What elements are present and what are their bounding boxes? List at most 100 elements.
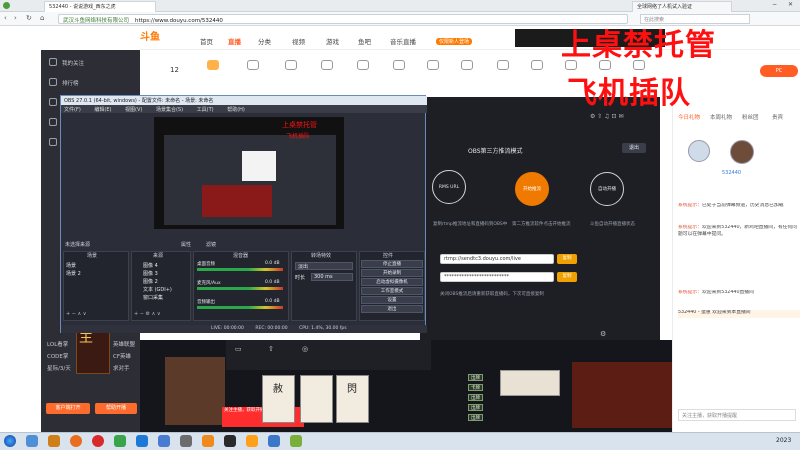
start-button-icon[interactable]	[4, 435, 16, 447]
tab-douyu[interactable]: 532440 - 说说游戏_西东之虎	[44, 1, 156, 12]
scene-controls[interactable]: + − ∧ ∨	[66, 311, 86, 317]
back-icon[interactable]: ‹	[4, 14, 7, 22]
menu-tools[interactable]: 工具(T)	[197, 107, 214, 113]
tab-vip[interactable]: 贵宾	[772, 113, 783, 121]
obs-settings-button[interactable]: 设置	[361, 296, 423, 304]
source-controls[interactable]: + − ⚙ ∧ ∨	[134, 311, 161, 317]
source-item[interactable]: 图像 2	[143, 278, 158, 285]
filters-button[interactable]: 滤镜	[206, 241, 216, 248]
anchor-name[interactable]: 532440	[722, 170, 741, 176]
shield-icon[interactable]	[158, 435, 170, 447]
sidebar-item-rival[interactable]: 求对手	[113, 364, 130, 372]
category-item[interactable]	[386, 60, 412, 71]
url-field[interactable]: 武汉斗鱼网络科技有限公司 https://www.douyu.com/532440	[58, 14, 628, 24]
scene-item[interactable]: 场景 2	[66, 270, 81, 277]
category-item[interactable]	[524, 60, 550, 71]
category-item[interactable]	[240, 60, 266, 71]
nav-home[interactable]: 首页	[200, 36, 213, 46]
game-card[interactable]: 赦	[262, 375, 295, 423]
exit-button[interactable]: 退出	[622, 143, 646, 153]
category-item[interactable]	[490, 60, 516, 71]
refresh-icon[interactable]: ↻	[26, 14, 32, 22]
source-item[interactable]: 窗口采集	[143, 294, 163, 301]
copy-key-button[interactable]: 复制	[557, 272, 577, 282]
sidebar-item-cf[interactable]: CF英雄	[113, 352, 131, 360]
game-chip[interactable]: 出牌	[468, 394, 483, 401]
category-item[interactable]	[314, 60, 340, 71]
game-chip[interactable]: 出牌	[468, 374, 483, 381]
open-client-button[interactable]: 客户端打开	[46, 403, 90, 414]
properties-button[interactable]: 属性	[181, 241, 191, 248]
stream-key-field[interactable]: **************************	[440, 272, 554, 282]
sidebar-item-lol[interactable]: LOL看掌	[47, 340, 68, 348]
virtual-camera-button[interactable]: 启动虚拟摄像机	[361, 278, 423, 286]
game-chip[interactable]: 出牌	[468, 404, 483, 411]
avatar[interactable]	[688, 140, 710, 162]
help-stream-button[interactable]: 帮助开播	[95, 403, 137, 414]
pc-client-button[interactable]: PC	[760, 65, 798, 77]
transition-select[interactable]: 淡出	[295, 262, 353, 270]
nav-music[interactable]: 音乐直播	[390, 36, 416, 46]
ie-icon[interactable]	[26, 435, 38, 447]
category-item[interactable]	[278, 60, 304, 71]
game-card[interactable]: 閃	[336, 375, 369, 423]
sidebar-item-code[interactable]: CODE掌	[47, 352, 68, 360]
sidebar-item-hero[interactable]: 英雄联盟	[113, 340, 135, 348]
nav-badge[interactable]: 仅限新人登场	[436, 38, 473, 45]
tab-verification[interactable]: 全球网络了人机试入验证	[632, 1, 732, 12]
nav-game[interactable]: 游戏	[326, 36, 339, 46]
rtmp-url-field[interactable]: rtmp://sendtc3.douyu.com/live	[440, 254, 554, 264]
douyu-icon[interactable]	[202, 435, 214, 447]
start-recording-button[interactable]: 开始录制	[361, 269, 423, 277]
folder-icon[interactable]	[48, 435, 60, 447]
obs-exit-button[interactable]: 退出	[361, 305, 423, 313]
game-card[interactable]	[300, 375, 333, 423]
close-icon[interactable]: ✕	[788, 1, 793, 8]
source-item[interactable]: 文本 (GDI+)	[143, 286, 172, 293]
tab-week-gifts[interactable]: 本周礼物	[710, 113, 732, 121]
nav-video[interactable]: 视频	[292, 36, 305, 46]
menu-help[interactable]: 帮助(H)	[227, 107, 245, 113]
upload-icon[interactable]: ⇧	[268, 345, 274, 353]
tab-today-gifts[interactable]: 今日礼物	[678, 113, 700, 121]
avatar[interactable]	[730, 140, 754, 164]
mixer-meter[interactable]	[197, 306, 283, 309]
menu-view[interactable]: 视图(V)	[125, 107, 142, 113]
scene-item[interactable]: 场景	[66, 262, 76, 269]
firefox-icon[interactable]	[70, 435, 82, 447]
category-item[interactable]	[350, 60, 376, 71]
forward-icon[interactable]: ›	[14, 14, 17, 22]
tab-fans[interactable]: 粉丝团	[742, 113, 759, 121]
media-icon[interactable]	[92, 435, 104, 447]
follow-hint-input[interactable]: 关注主播，获取开播提醒	[678, 409, 796, 421]
camera-icon[interactable]: ◎	[302, 345, 308, 353]
home-icon[interactable]: ⌂	[40, 14, 44, 22]
terminal-icon[interactable]	[224, 435, 236, 447]
app-icon[interactable]	[268, 435, 280, 447]
sidebar-item-follow[interactable]: 我的关注	[62, 59, 84, 67]
game-chip[interactable]: 卡牌	[468, 384, 483, 391]
wechat-icon[interactable]	[114, 435, 126, 447]
game-chip[interactable]: 出牌	[468, 414, 483, 421]
nav-yuba[interactable]: 鱼吧	[358, 36, 371, 46]
sidebar-item-star[interactable]: 星际/3/天	[47, 364, 71, 372]
sidebar-item-rank[interactable]: 排行榜	[62, 79, 79, 87]
clock[interactable]: 2023	[776, 437, 791, 444]
monitor-icon[interactable]: ▭	[235, 345, 242, 353]
source-item[interactable]: 图像 4	[143, 262, 158, 269]
settings-icon[interactable]: ⚙	[600, 330, 606, 338]
obs-preview[interactable]: 上桌禁托管 飞机插队	[154, 117, 344, 229]
category-item[interactable]	[200, 60, 226, 71]
mixer-meter[interactable]	[197, 287, 283, 290]
category-item[interactable]	[454, 60, 480, 71]
menu-edit[interactable]: 编辑(E)	[94, 107, 111, 113]
app-icon[interactable]	[290, 435, 302, 447]
nav-category[interactable]: 分类	[258, 36, 271, 46]
studio-mode-button[interactable]: 工作室模式	[361, 287, 423, 295]
menu-file[interactable]: 文件(F)	[64, 107, 81, 113]
app-icon[interactable]	[246, 435, 258, 447]
duration-input[interactable]: 300 ms	[311, 273, 353, 281]
minimize-icon[interactable]: −	[772, 1, 777, 8]
app-icon[interactable]	[136, 435, 148, 447]
stop-stream-button[interactable]: 停止直播	[361, 260, 423, 268]
